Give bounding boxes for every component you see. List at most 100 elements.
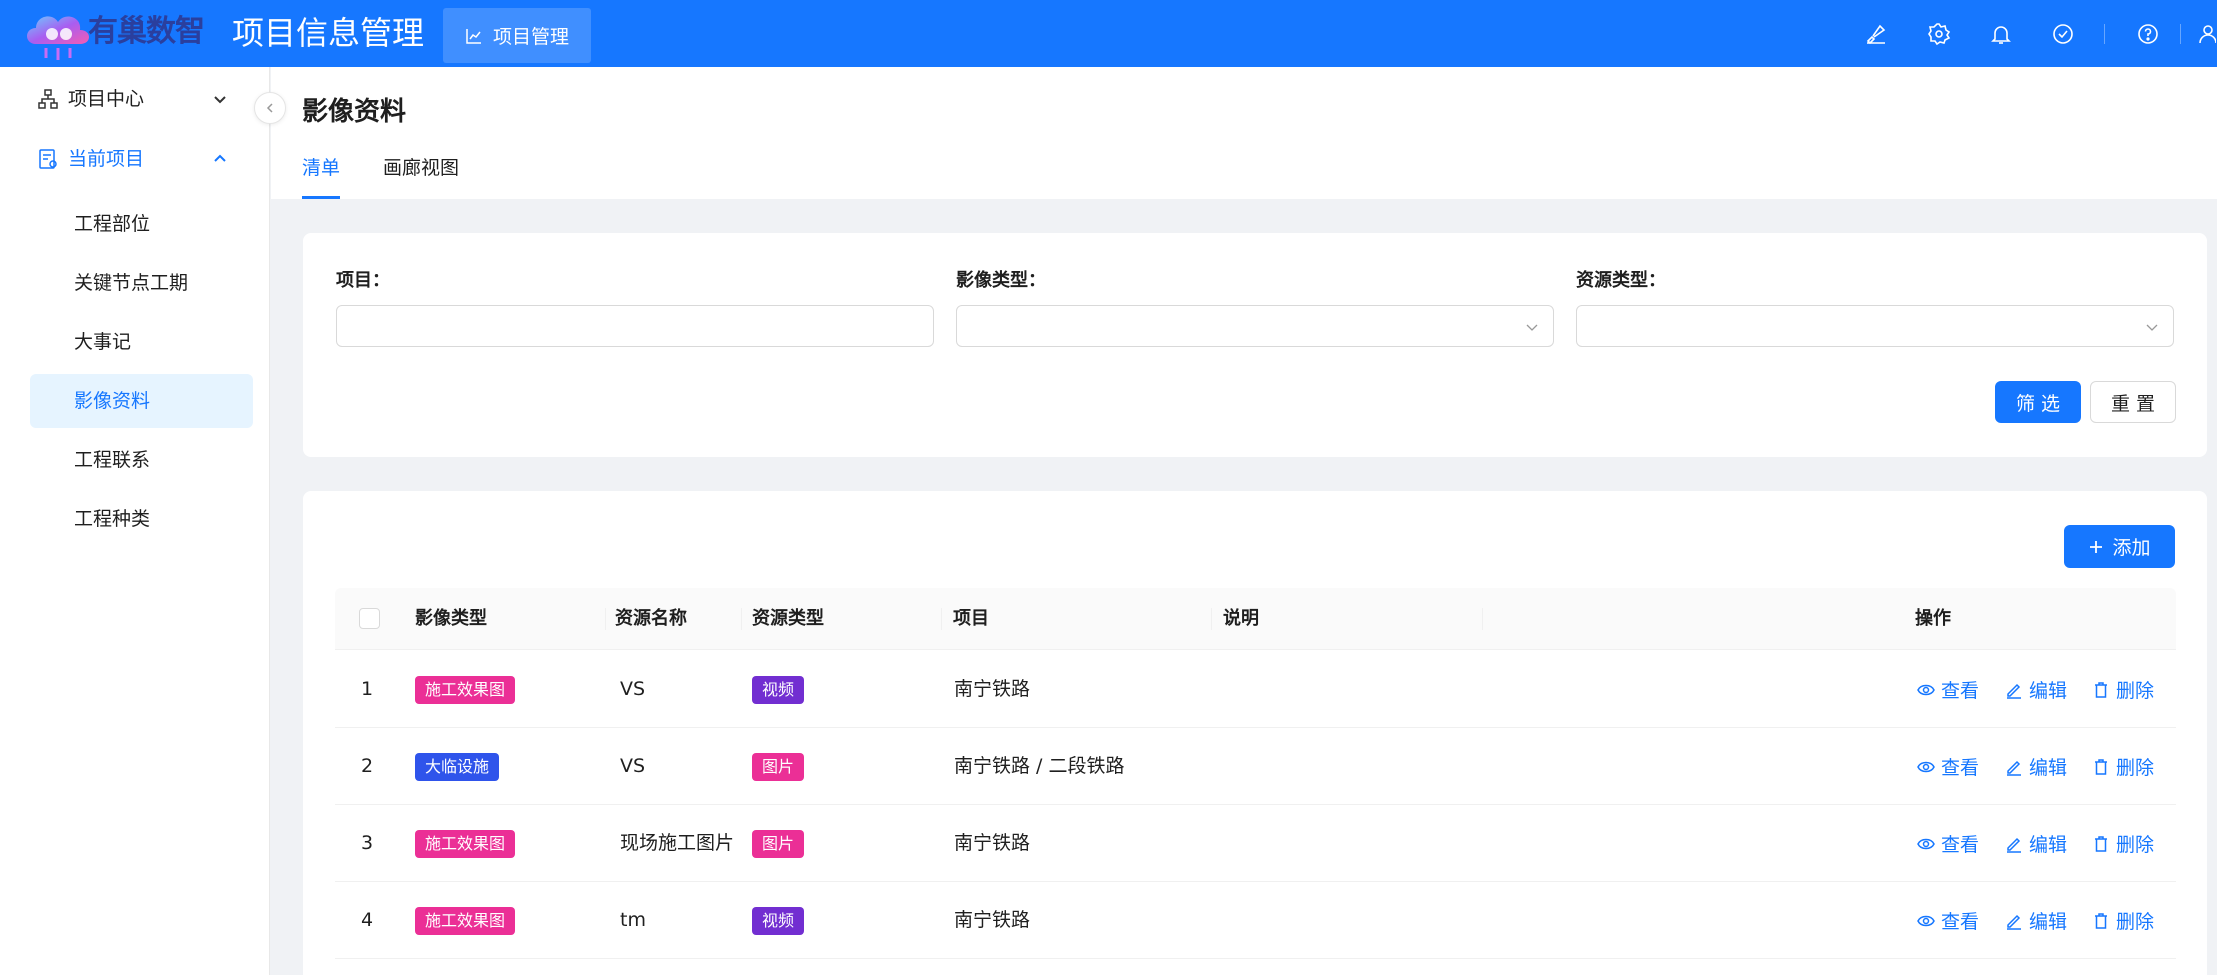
project-filter-label: 项目： xyxy=(336,270,390,291)
trash-icon xyxy=(2095,835,2107,852)
sidebar: 项目中心 当前项目 工程部位 关键节点工期 大事记 影像资料 工程联系 工程种类 xyxy=(0,67,270,975)
plus-icon xyxy=(2090,540,2103,553)
edit-icon xyxy=(2007,837,2021,853)
filter-card: 项目： 影像类型： 资源类型： 筛 选 重 置 xyxy=(303,233,2207,457)
row-index: 2 xyxy=(361,755,374,777)
eye-icon xyxy=(1917,761,1935,772)
resource-type-select[interactable] xyxy=(1576,305,2174,347)
brush-icon[interactable] xyxy=(1864,22,1888,46)
chevron-down-icon xyxy=(2146,324,2158,331)
nav-project-management[interactable]: 项目管理 xyxy=(443,8,591,63)
column-divider xyxy=(1482,608,1483,630)
edit-icon xyxy=(2007,683,2021,699)
edit-icon xyxy=(2007,914,2021,930)
column-divider xyxy=(741,608,742,630)
sidebar-item-memorabilia[interactable]: 大事记 xyxy=(30,315,253,369)
column-header-resource-type[interactable]: 资源类型 xyxy=(752,588,824,650)
eye-icon xyxy=(1917,838,1935,849)
view-action[interactable]: 查看 xyxy=(1917,651,1979,728)
logo-icon xyxy=(27,16,89,60)
tab-ink-bar xyxy=(302,196,341,199)
user-icon[interactable] xyxy=(2196,22,2216,46)
view-action[interactable]: 查看 xyxy=(1917,728,1979,805)
menu-current-project[interactable]: 当前项目 xyxy=(0,131,270,187)
edit-action[interactable]: 编辑 xyxy=(2005,882,2067,959)
check-circle-icon[interactable] xyxy=(2051,22,2075,46)
sidebar-collapse-button[interactable] xyxy=(254,92,286,124)
resource-type-tag: 视频 xyxy=(752,907,805,935)
brand-name: 有巢数智 xyxy=(88,14,205,49)
top-header: 有巢数智 项目信息管理 项目管理 xyxy=(0,0,2217,67)
table-row: 2 大临设施 VS 图片 南宁铁路 / 二段铁路 查看 编辑 删除 xyxy=(335,728,2176,805)
delete-label: 删除 xyxy=(2116,911,2155,933)
edit-label: 编辑 xyxy=(2029,911,2068,933)
help-icon[interactable] xyxy=(2136,22,2160,46)
edit-label: 编辑 xyxy=(2029,834,2068,856)
column-divider xyxy=(605,608,606,630)
view-action[interactable]: 查看 xyxy=(1917,805,1979,882)
chart-icon xyxy=(466,28,481,44)
chevron-left-icon xyxy=(266,103,273,113)
view-action[interactable]: 查看 xyxy=(1917,882,1979,959)
project-cell: 南宁铁路 xyxy=(954,832,1031,854)
reset-button[interactable]: 重 置 xyxy=(2090,381,2176,423)
gear-icon[interactable] xyxy=(1927,22,1951,46)
eye-icon xyxy=(1917,684,1935,695)
edit-action[interactable]: 编辑 xyxy=(2005,805,2067,882)
delete-label: 删除 xyxy=(2116,834,2155,856)
delete-action[interactable]: 删除 xyxy=(2092,651,2154,728)
tab-list[interactable]: 清单 xyxy=(302,153,341,199)
trash-icon xyxy=(2095,681,2107,698)
edit-action[interactable]: 编辑 xyxy=(2005,728,2067,805)
resource-name-cell: VS xyxy=(620,755,646,777)
table-row: 1 施工效果图 VS 视频 南宁铁路 查看 编辑 删除 xyxy=(335,651,2176,728)
column-header-image-type[interactable]: 影像类型 xyxy=(415,588,487,650)
project-cell: 南宁铁路 / 二段铁路 xyxy=(954,755,1125,777)
sidebar-item-key-milestones[interactable]: 关键节点工期 xyxy=(30,256,253,310)
image-type-select[interactable] xyxy=(956,305,1554,347)
page-title: 影像资料 xyxy=(302,97,407,127)
trash-icon xyxy=(2095,758,2107,775)
sidebar-item-engineering-types[interactable]: 工程种类 xyxy=(30,492,253,546)
column-header-resource-name[interactable]: 资源名称 xyxy=(615,588,687,650)
project-filter-input[interactable] xyxy=(336,305,934,347)
row-index: 3 xyxy=(361,832,374,854)
header-divider xyxy=(2104,24,2105,44)
menu-label: 项目中心 xyxy=(68,88,145,110)
resource-name-cell: VS xyxy=(620,678,646,700)
add-button[interactable]: 添加 xyxy=(2064,525,2175,568)
sidebar-item-engineering-parts[interactable]: 工程部位 xyxy=(30,197,253,251)
column-header-project[interactable]: 项目 xyxy=(953,588,989,650)
column-divider xyxy=(1211,608,1212,630)
tab-label: 清单 xyxy=(302,157,341,179)
image-type-filter-label: 影像类型： xyxy=(956,270,1046,291)
tab-gallery-view[interactable]: 画廊视图 xyxy=(383,153,459,199)
menu-project-center[interactable]: 项目中心 xyxy=(0,71,270,127)
column-header-note[interactable]: 说明 xyxy=(1223,588,1259,650)
sidebar-item-image-data[interactable]: 影像资料 xyxy=(30,374,253,428)
sidebar-item-engineering-contacts[interactable]: 工程联系 xyxy=(30,433,253,487)
column-header-actions: 操作 xyxy=(1915,608,1951,629)
delete-action[interactable]: 删除 xyxy=(2092,805,2154,882)
view-label: 查看 xyxy=(1941,834,1980,856)
edit-icon xyxy=(2007,760,2021,776)
resource-type-tag: 图片 xyxy=(752,753,805,781)
table-card: 添加 影像类型 资源名称 资源类型 项目 说明 操作 1 施工效果图 VS 视频… xyxy=(303,491,2207,975)
chevron-up-icon xyxy=(214,154,226,162)
edit-label: 编辑 xyxy=(2029,757,2068,779)
resource-type-tag: 图片 xyxy=(752,830,805,858)
select-all-checkbox[interactable] xyxy=(359,608,380,629)
delete-action[interactable]: 删除 xyxy=(2092,882,2154,959)
project-input-field[interactable] xyxy=(337,306,933,346)
filter-button[interactable]: 筛 选 xyxy=(1995,381,2081,423)
image-type-tag: 大临设施 xyxy=(415,753,500,781)
resource-name-cell: tm xyxy=(620,909,646,931)
chevron-down-icon xyxy=(1526,324,1538,331)
image-type-tag: 施工效果图 xyxy=(415,907,516,935)
image-type-tag: 施工效果图 xyxy=(415,830,516,858)
edit-action[interactable]: 编辑 xyxy=(2005,651,2067,728)
hierarchy-icon xyxy=(38,89,58,109)
view-label: 查看 xyxy=(1941,680,1980,702)
delete-action[interactable]: 删除 xyxy=(2092,728,2154,805)
bell-icon[interactable] xyxy=(1989,22,2013,46)
